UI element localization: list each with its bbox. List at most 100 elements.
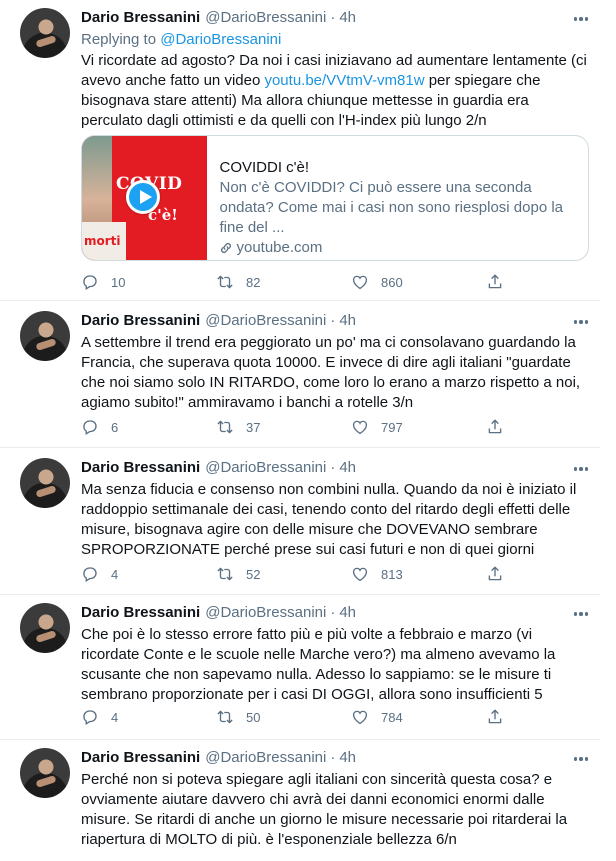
tweet-header: Dario Bressanini @DarioBressanini · 4h bbox=[81, 603, 590, 623]
like-button[interactable]: 813 bbox=[351, 565, 486, 583]
link-card[interactable]: COVID c'è! morti COVIDDI c'è! Non c'è CO… bbox=[81, 135, 589, 261]
card-domain-text: youtube.com bbox=[236, 239, 323, 256]
reply-button[interactable]: 10 bbox=[81, 273, 216, 291]
author-name[interactable]: Dario Bressanini bbox=[81, 603, 200, 623]
retweet-icon bbox=[216, 418, 234, 436]
avatar[interactable] bbox=[20, 458, 70, 508]
author-name[interactable]: Dario Bressanini bbox=[81, 458, 200, 478]
like-count: 860 bbox=[381, 274, 403, 290]
tweet-actions: 10 82 860 bbox=[81, 272, 521, 292]
avatar[interactable] bbox=[20, 311, 70, 361]
retweet-button[interactable]: 82 bbox=[216, 273, 351, 291]
tweet-actions: 4 50 784 bbox=[81, 707, 521, 727]
like-icon bbox=[351, 418, 369, 436]
more-icon[interactable] bbox=[570, 315, 592, 329]
retweet-button[interactable]: 50 bbox=[216, 708, 351, 726]
card-body: COVIDDI c'è! Non c'è COVIDDI? Ci può ess… bbox=[207, 136, 588, 260]
tweet-text: Ma senza fiducia e consenso non combini … bbox=[81, 481, 577, 558]
author-handle[interactable]: @DarioBressanini bbox=[205, 311, 326, 331]
play-icon[interactable] bbox=[126, 180, 160, 214]
share-icon bbox=[486, 418, 504, 436]
tweet[interactable]: Dario Bressanini @DarioBressanini · 4h A… bbox=[0, 300, 600, 447]
tweet[interactable]: Dario Bressanini @DarioBressanini · 4h C… bbox=[0, 594, 600, 739]
retweet-count: 52 bbox=[246, 566, 261, 582]
tweet-header: Dario Bressanini @DarioBressanini · 4h bbox=[81, 311, 590, 331]
retweet-button[interactable]: 52 bbox=[216, 565, 351, 583]
tweet-time[interactable]: 4h bbox=[339, 748, 356, 768]
author-name[interactable]: Dario Bressanini bbox=[81, 311, 200, 331]
author-handle[interactable]: @DarioBressanini bbox=[205, 748, 326, 768]
tweet-link[interactable]: youtu.be/VVtmV-vm81w bbox=[264, 72, 424, 89]
share-icon bbox=[486, 708, 504, 726]
more-icon[interactable] bbox=[570, 752, 592, 766]
card-domain: youtube.com bbox=[219, 238, 576, 258]
like-icon bbox=[351, 565, 369, 583]
link-icon bbox=[219, 241, 233, 255]
tweet-time[interactable]: 4h bbox=[339, 458, 356, 478]
reply-count: 4 bbox=[111, 709, 119, 725]
tweet-time[interactable]: 4h bbox=[339, 311, 356, 331]
share-icon bbox=[486, 565, 504, 583]
card-title: COVIDDI c'è! bbox=[219, 159, 310, 176]
reply-button[interactable]: 4 bbox=[81, 708, 216, 726]
thumbnail-caption: morti bbox=[84, 234, 121, 248]
tweet-actions: 6 37 797 bbox=[81, 417, 521, 437]
like-icon bbox=[351, 708, 369, 726]
retweet-count: 82 bbox=[246, 274, 261, 290]
avatar[interactable] bbox=[20, 748, 70, 798]
replying-to: Replying to @DarioBressanini bbox=[81, 30, 590, 50]
tweet-time[interactable]: 4h bbox=[339, 603, 356, 623]
tweet[interactable]: Dario Bressanini @DarioBressanini · 4h M… bbox=[0, 447, 600, 594]
reply-button[interactable]: 4 bbox=[81, 565, 216, 583]
share-button[interactable] bbox=[486, 418, 516, 436]
separator-dot: · bbox=[330, 312, 336, 329]
card-description: Non c'è COVIDDI? Ci può essere una secon… bbox=[219, 179, 564, 236]
reply-icon bbox=[81, 708, 99, 726]
author-name[interactable]: Dario Bressanini bbox=[81, 8, 200, 28]
retweet-icon bbox=[216, 708, 234, 726]
reply-count: 10 bbox=[111, 274, 126, 290]
reply-button[interactable]: 6 bbox=[81, 418, 216, 436]
tweet-text: Vi ricordate ad agosto? Da noi i casi in… bbox=[81, 51, 590, 131]
like-count: 797 bbox=[381, 419, 403, 435]
tweet-header: Dario Bressanini @DarioBressanini · 4h bbox=[81, 8, 590, 28]
separator-dot: · bbox=[330, 9, 336, 26]
more-icon[interactable] bbox=[570, 12, 592, 26]
more-icon[interactable] bbox=[570, 607, 592, 621]
share-button[interactable] bbox=[486, 708, 516, 726]
reply-icon bbox=[81, 418, 99, 436]
avatar[interactable] bbox=[20, 603, 70, 653]
tweet-actions: 4 52 813 bbox=[81, 564, 521, 584]
author-handle[interactable]: @DarioBressanini bbox=[205, 458, 326, 478]
like-button[interactable]: 784 bbox=[351, 708, 486, 726]
tweet-header: Dario Bressanini @DarioBressanini · 4h bbox=[81, 748, 590, 768]
tweet-text: A settembre il trend era peggiorato un p… bbox=[81, 334, 581, 411]
author-handle[interactable]: @DarioBressanini bbox=[205, 8, 326, 28]
tweet-text: Perché non si poteva spiegare agli itali… bbox=[81, 771, 568, 848]
tweet-header: Dario Bressanini @DarioBressanini · 4h bbox=[81, 458, 590, 478]
video-thumbnail[interactable]: COVID c'è! morti bbox=[82, 136, 208, 260]
tweet-text: Che poi è lo stesso errore fatto più e p… bbox=[81, 626, 556, 703]
like-button[interactable]: 797 bbox=[351, 418, 486, 436]
separator-dot: · bbox=[330, 604, 336, 621]
tweet-time[interactable]: 4h bbox=[339, 8, 356, 28]
tweet[interactable]: Dario Bressanini @DarioBressanini · 4h R… bbox=[0, 0, 600, 300]
tweet-thread: Dario Bressanini @DarioBressanini · 4h R… bbox=[0, 0, 600, 859]
separator-dot: · bbox=[330, 749, 336, 766]
reply-count: 6 bbox=[111, 419, 119, 435]
more-icon[interactable] bbox=[570, 462, 592, 476]
share-button[interactable] bbox=[486, 273, 516, 291]
tweet[interactable]: Dario Bressanini @DarioBressanini · 4h P… bbox=[0, 739, 600, 859]
avatar[interactable] bbox=[20, 8, 70, 58]
like-icon bbox=[351, 273, 369, 291]
author-name[interactable]: Dario Bressanini bbox=[81, 748, 200, 768]
like-count: 784 bbox=[381, 709, 403, 725]
share-icon bbox=[486, 273, 504, 291]
retweet-icon bbox=[216, 565, 234, 583]
replying-to-handle[interactable]: @DarioBressanini bbox=[160, 31, 281, 48]
author-handle[interactable]: @DarioBressanini bbox=[205, 603, 326, 623]
share-button[interactable] bbox=[486, 565, 516, 583]
like-button[interactable]: 860 bbox=[351, 273, 486, 291]
retweet-button[interactable]: 37 bbox=[216, 418, 351, 436]
reply-icon bbox=[81, 565, 99, 583]
